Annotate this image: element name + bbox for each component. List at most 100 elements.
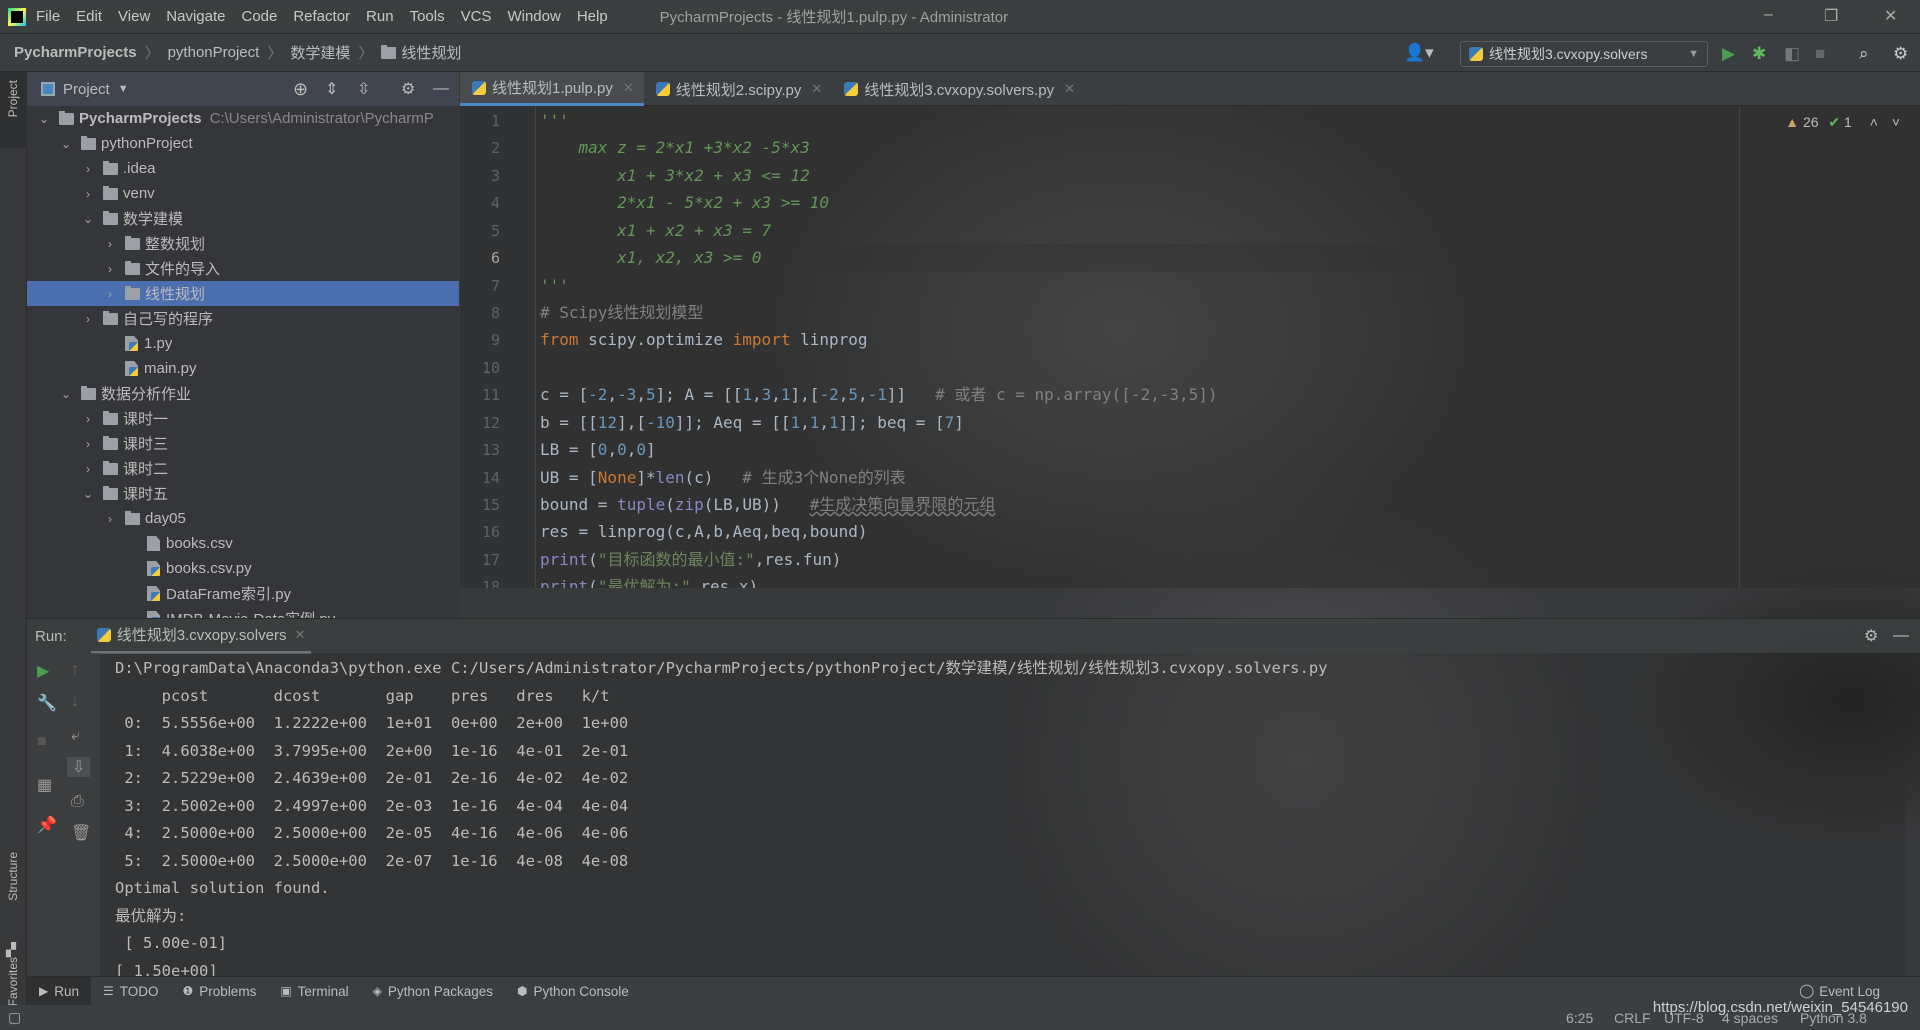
vcs-user-icon[interactable]: 👤▾ [1404,43,1434,63]
breadcrumb-item[interactable]: 数学建模 [290,42,350,63]
layout-icon[interactable]: ▦ [37,775,52,795]
tree-item[interactable]: books.csv.py [27,556,459,581]
tree-item[interactable]: books.csv [27,531,459,556]
editor-tab[interactable]: 线性规划3.cvxopy.solvers.py ✕ [832,72,1085,106]
menu-item-file[interactable]: File [36,8,60,25]
locate-icon[interactable]: ⊕ [293,79,308,100]
tree-item[interactable]: › 课时一 [27,406,459,431]
menu-item-navigate[interactable]: Navigate [166,8,225,25]
chevron-down-icon[interactable]: ⌄ [81,212,95,226]
chevron-right-icon[interactable]: › [81,437,95,451]
chevron-down-icon[interactable]: ⌄ [59,387,73,401]
editor-tab[interactable]: 线性规划2.scipy.py ✕ [644,72,833,106]
project-tool-button[interactable]: Project [6,80,20,117]
close-icon[interactable]: ✕ [623,80,634,96]
next-icon[interactable]: ˅ [1892,114,1900,130]
bottom-tab-todo[interactable]: ☰ TODO [91,977,171,1006]
breadcrumb-item[interactable]: 线性规划 [401,42,461,63]
run-tab[interactable]: 线性规划3.cvxopy.solvers ✕ [90,619,312,654]
search-icon[interactable]: ⌕ [1859,44,1869,64]
chevron-down-icon[interactable]: ▼ [118,83,129,95]
close-icon[interactable]: ✕ [1064,81,1075,97]
tree-item[interactable]: main.py [27,356,459,381]
tree-item[interactable]: ⌄ PycharmProjects C:\Users\Administrator\P… [27,106,459,131]
chevron-down-icon[interactable]: ⌄ [59,137,73,151]
bottom-tab-problems[interactable]: ❶ Problems [171,977,269,1006]
collapse-all-icon[interactable]: ⇳ [357,79,370,99]
tree-item[interactable]: › day05 [27,506,459,531]
tree-item[interactable]: ⌄ pythonProject [27,131,459,156]
tree-item[interactable]: › 文件的导入 [27,256,459,281]
restore-button[interactable]: ❐ [1824,6,1838,26]
run-icon[interactable]: ▶ [1722,44,1735,64]
chevron-right-icon[interactable]: › [103,237,117,251]
pin-icon[interactable]: 📌 [37,815,57,835]
close-button[interactable]: ✕ [1884,6,1897,26]
menu-item-window[interactable]: Window [507,8,560,25]
menu-item-refactor[interactable]: Refactor [293,8,350,25]
bottom-tab-python-console[interactable]: ⬢ Python Console [505,977,641,1006]
menu-item-run[interactable]: Run [366,8,394,25]
menu-item-view[interactable]: View [118,8,150,25]
print-icon[interactable]: ⎙ [71,793,84,811]
run-configuration-select[interactable]: 线性规划3.cvxopy.solvers ▼ [1460,41,1708,67]
structure-tool-button[interactable]: Structure [6,852,20,901]
tree-item[interactable]: DataFrame索引.py [27,581,459,606]
hide-icon[interactable]: — [1893,627,1909,645]
chevron-right-icon[interactable]: › [103,512,117,526]
tree-item[interactable]: › 课时二 [27,456,459,481]
soft-wrap-icon[interactable]: ⤶ [71,727,80,745]
chevron-right-icon[interactable]: › [103,262,117,276]
line-separator[interactable]: CRLF [1614,1010,1651,1026]
event-log-button[interactable]: ◯ Event Log [1799,983,1880,999]
bottom-tab-python-packages[interactable]: ◈ Python Packages [361,977,505,1006]
tree-item[interactable]: › 线性规划 [27,281,459,306]
chevron-down-icon[interactable]: ⌄ [37,112,51,126]
tree-item[interactable]: › venv [27,181,459,206]
chevron-right-icon[interactable]: › [81,462,95,476]
tree-item[interactable]: › 整数规划 [27,231,459,256]
tree-item[interactable]: › .idea [27,156,459,181]
gear-icon[interactable]: ⚙ [1893,44,1908,64]
stop-icon[interactable]: ■ [1815,44,1825,64]
up-arrow-icon[interactable]: ↑ [71,661,79,679]
menu-item-edit[interactable]: Edit [76,8,102,25]
stop-icon[interactable]: ■ [37,733,47,751]
scroll-to-end-icon[interactable]: ⇩ [67,757,91,777]
previous-icon[interactable]: ˄ [1870,114,1878,130]
rerun-icon[interactable]: ▶ [37,661,49,681]
favorites-tool-button[interactable]: Favorites [6,957,20,1006]
bottom-tab-terminal[interactable]: ▣ Terminal [268,977,360,1006]
minimize-button[interactable]: – [1764,6,1773,24]
menu-item-vcs[interactable]: VCS [461,8,492,25]
editor-tab[interactable]: 线性规划1.pulp.py ✕ [460,72,644,106]
breadcrumb-item[interactable]: PycharmProjects [14,44,137,61]
chevron-right-icon[interactable]: › [103,287,117,301]
menu-item-tools[interactable]: Tools [410,8,445,25]
toggle-tool-windows-icon[interactable]: ▢ [8,1009,21,1026]
tree-item[interactable]: › 课时三 [27,431,459,456]
close-icon[interactable]: ✕ [811,81,822,97]
tree-item[interactable]: › 自己写的程序 [27,306,459,331]
bottom-tab-run[interactable]: ▶ Run [27,976,91,1006]
hide-icon[interactable]: — [433,80,449,98]
chevron-down-icon[interactable]: ⌄ [81,487,95,501]
caret-position[interactable]: 6:25 [1566,1010,1593,1026]
expand-all-icon[interactable]: ⇕ [325,79,338,99]
breadcrumb-item[interactable]: pythonProject [168,44,260,61]
close-icon[interactable]: ✕ [294,627,305,643]
down-arrow-icon[interactable]: ↓ [71,693,79,711]
menu-item-code[interactable]: Code [241,8,277,25]
chevron-right-icon[interactable]: › [81,412,95,426]
inspection-widget[interactable]: ▲ 26 ✔ 1 ˄ ˅ [1785,114,1900,131]
code-editor[interactable]: 1 2 3 4 5 6 7 8 9 10 11 12 13 14 15 16 17 18 ▲ 26 ✔ 1 ˄ ˅… [460,106,1920,588]
wrench-icon[interactable]: 🔧 [37,693,57,713]
trash-icon[interactable]: 🗑 [71,823,91,843]
run-console-output[interactable]: D:\ProgramData\Anaconda3\python.exe C:/U… [100,653,1905,976]
debug-icon[interactable]: ✱ [1752,44,1766,64]
chevron-right-icon[interactable]: › [81,162,95,176]
chevron-right-icon[interactable]: › [81,312,95,326]
coverage-icon[interactable]: ◧ [1784,44,1800,64]
chevron-right-icon[interactable]: › [81,187,95,201]
gear-icon[interactable]: ⚙ [401,79,415,99]
